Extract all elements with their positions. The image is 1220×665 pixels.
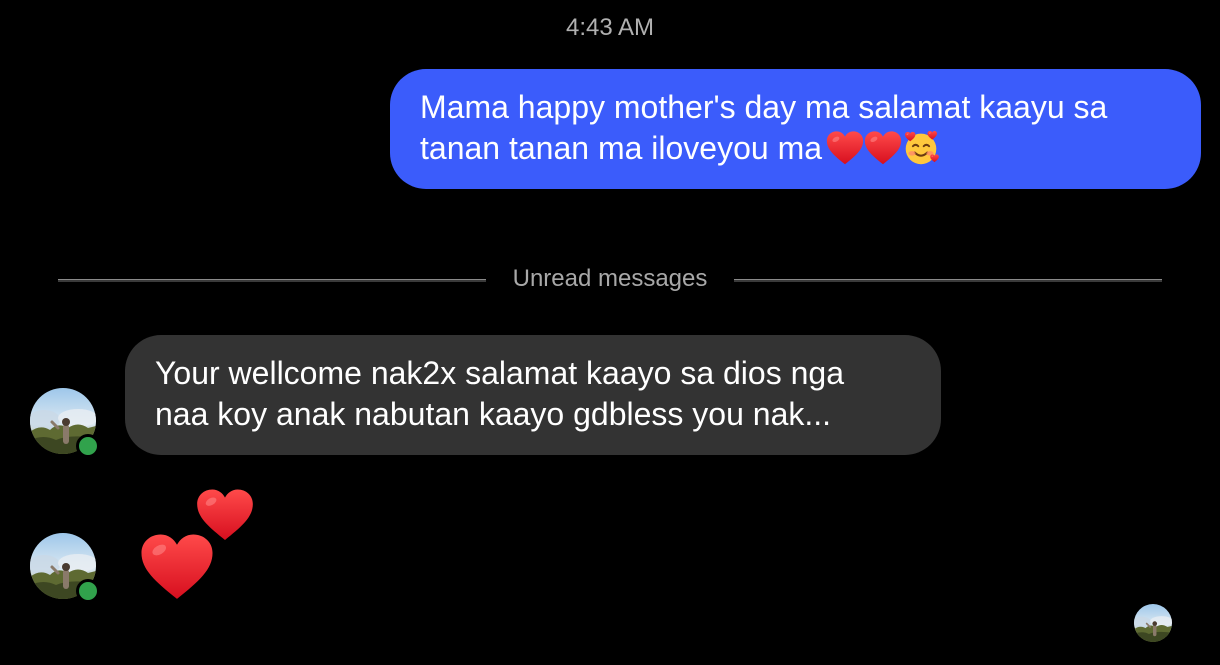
divider-line-right: [734, 279, 1162, 282]
unread-messages-divider: Unread messages: [58, 262, 1162, 298]
red-heart-icon: [826, 131, 864, 165]
online-status-dot: [76, 434, 100, 458]
contact-avatar[interactable]: [30, 533, 100, 603]
unread-messages-label: Unread messages: [512, 265, 708, 292]
read-receipt-avatar: [1134, 604, 1172, 642]
online-status-dot: [76, 579, 100, 603]
contact-avatar[interactable]: [30, 388, 100, 458]
smiling-face-with-hearts-icon: [905, 130, 939, 165]
outgoing-message-bubble[interactable]: Mama happy mother's day ma salamat kaayu…: [390, 69, 1201, 189]
outgoing-message-text: Mama happy mother's day ma salamat kaayu…: [420, 89, 1108, 166]
incoming-message-bubble[interactable]: Your wellcome nak2x salamat kaayo sa dio…: [125, 335, 941, 455]
message-timestamp: 4:43 AM: [565, 14, 655, 41]
outgoing-message-emojis: [826, 130, 940, 173]
divider-line-left: [58, 279, 486, 282]
red-heart-icon: [864, 131, 902, 165]
incoming-message-text: Your wellcome nak2x salamat kaayo sa dio…: [155, 355, 844, 432]
red-heart-icon: [140, 533, 214, 601]
